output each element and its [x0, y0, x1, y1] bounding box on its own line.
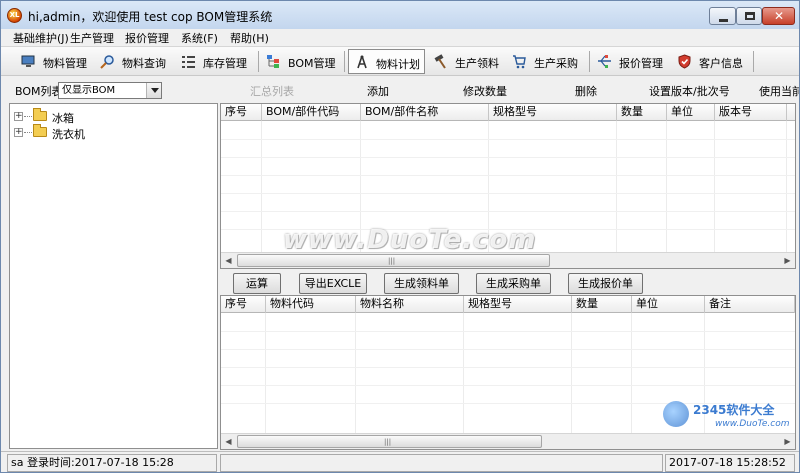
column-header[interactable]: 单位	[632, 296, 705, 313]
scroll-left-icon[interactable]: ◀	[221, 253, 236, 268]
status-clock: 2017-07-18 15:28:52	[665, 454, 795, 472]
corner-watermark-logo: 2345软件大全 www.DuoTe.com	[663, 399, 791, 433]
scroll-left-icon[interactable]: ◀	[221, 434, 236, 449]
window-title: hi,admin，欢迎使用 test cop BOM管理系统	[28, 10, 273, 24]
folder-icon	[33, 108, 47, 121]
toolbar-production-purchase[interactable]: 生产采购	[512, 49, 582, 74]
monitor-icon	[21, 55, 35, 67]
dropdown-arrow-icon	[146, 83, 161, 98]
generate-purchase-order-button[interactable]: 生成采购单	[476, 273, 551, 294]
magnifier-icon	[100, 55, 114, 69]
modify-quantity-button[interactable]: 修改数量	[463, 83, 507, 99]
bom-action-bar: BOM列表 仅显示BOM 汇总列表 添加 修改数量 删除 设置版本/批次号 使用…	[1, 77, 799, 101]
column-header[interactable]: 规格型号	[464, 296, 572, 313]
bom-grid-header: 序号 BOM/部件代码 BOM/部件名称 规格型号 数量 单位 版本号	[221, 104, 795, 121]
toolbar-customer-info[interactable]: 客户信息	[677, 49, 749, 74]
watermark-text: www.DuoTe.com	[283, 225, 537, 255]
menu-basic-maintenance[interactable]: 基础维护(J)	[13, 30, 69, 46]
bom-tree[interactable]: + 冰箱 + 洗衣机	[9, 103, 218, 449]
app-icon: XL	[7, 8, 22, 23]
toolbar-material-manage[interactable]: 物料管理	[21, 49, 89, 74]
tree-node-label: 洗衣机	[52, 128, 85, 141]
column-header[interactable]: 序号	[221, 104, 262, 121]
close-icon: ✕	[774, 9, 785, 23]
delete-button[interactable]: 删除	[575, 83, 597, 99]
column-header[interactable]: 版本号	[715, 104, 787, 121]
title-bar[interactable]: XL hi,admin，欢迎使用 test cop BOM管理系统 ✕	[1, 1, 799, 29]
menu-system[interactable]: 系统(F)	[181, 30, 218, 46]
column-header[interactable]: 物料名称	[356, 296, 464, 313]
close-button[interactable]: ✕	[762, 7, 795, 25]
add-button[interactable]: 添加	[367, 83, 389, 99]
column-header[interactable]: 数量	[572, 296, 632, 313]
column-header[interactable]: 备注	[705, 296, 795, 313]
material-grid-hscrollbar[interactable]: ◀ ||| ▶	[221, 433, 795, 449]
scroll-right-icon[interactable]: ▶	[780, 253, 795, 268]
summary-list-button[interactable]: 汇总列表	[250, 83, 294, 99]
toolbar: 物料管理 物料查询 库存管理 BOM管理 物料计划 生产领料 生产采购 报价管理…	[1, 46, 799, 76]
toolbar-material-query[interactable]: 物料查询	[100, 49, 170, 74]
column-header[interactable]: 单位	[667, 104, 715, 121]
use-current-button[interactable]: 使用当前	[759, 83, 799, 99]
toolbar-material-plan[interactable]: 物料计划	[348, 49, 425, 74]
list-icon	[182, 56, 195, 68]
compass-icon	[357, 55, 367, 69]
bom-list-label: BOM列表	[15, 85, 63, 98]
tree-node-label: 冰箱	[52, 112, 74, 125]
minimize-icon	[719, 19, 728, 22]
tree-connector	[24, 132, 32, 133]
menu-bar: 基础维护(J) 生产管理 报价管理 系统(F) 帮助(H)	[1, 29, 799, 46]
generate-pick-list-button[interactable]: 生成领料单	[384, 273, 459, 294]
column-header[interactable]: 序号	[221, 296, 266, 313]
status-middle-panel	[220, 454, 663, 472]
network-icon	[598, 55, 611, 68]
expand-icon[interactable]: +	[14, 112, 23, 121]
corner-logo-url: www.DuoTe.com	[715, 419, 790, 429]
menu-quotation[interactable]: 报价管理	[125, 30, 169, 46]
scroll-thumb[interactable]: |||	[237, 254, 550, 267]
column-header[interactable]: 数量	[617, 104, 667, 121]
column-header[interactable]: 规格型号	[489, 104, 617, 121]
scroll-right-icon[interactable]: ▶	[780, 434, 795, 449]
status-login-info: sa 登录时间:2017-07-18 15:28	[7, 454, 217, 472]
toolbar-production-pick[interactable]: 生产领料	[433, 49, 501, 74]
toolbar-separator	[589, 51, 590, 72]
folder-icon	[33, 124, 47, 137]
status-bar: sa 登录时间:2017-07-18 15:28 2017-07-18 15:2…	[1, 451, 799, 472]
toolbar-separator	[258, 51, 259, 72]
set-version-batch-button[interactable]: 设置版本/批次号	[649, 83, 730, 99]
menu-help[interactable]: 帮助(H)	[230, 30, 269, 46]
column-header[interactable]: 物料代码	[266, 296, 356, 313]
export-excel-button[interactable]: 导出EXCLE	[299, 273, 367, 294]
column-header[interactable]: BOM/部件名称	[361, 104, 489, 121]
minimize-button[interactable]	[709, 7, 736, 25]
calculate-button[interactable]: 运算	[233, 273, 281, 294]
hammer-icon	[434, 54, 446, 69]
app-window: XL hi,admin，欢迎使用 test cop BOM管理系统 ✕ 基础维护…	[0, 0, 800, 473]
bom-tree-icon	[267, 55, 279, 68]
bom-filter-value: 仅显示BOM	[62, 85, 116, 96]
expand-icon[interactable]: +	[14, 128, 23, 137]
material-grid-header: 序号 物料代码 物料名称 规格型号 数量 单位 备注	[221, 296, 795, 313]
toolbar-quotation-manage[interactable]: 报价管理	[597, 49, 667, 74]
bird-logo-icon	[663, 401, 689, 427]
toolbar-separator	[344, 51, 345, 72]
menu-production[interactable]: 生产管理	[70, 30, 114, 46]
corner-logo-brand: 2345软件大全	[693, 403, 775, 417]
shield-check-icon	[678, 54, 691, 69]
maximize-button[interactable]	[736, 7, 762, 25]
bom-filter-select[interactable]: 仅显示BOM	[58, 82, 162, 99]
generate-quotation-button[interactable]: 生成报价单	[568, 273, 643, 294]
tree-connector	[24, 116, 32, 117]
maximize-icon	[745, 12, 755, 20]
toolbar-inventory-manage[interactable]: 库存管理	[181, 49, 249, 74]
scroll-thumb[interactable]: |||	[237, 435, 542, 448]
cart-icon	[513, 55, 526, 69]
toolbar-bom-manage[interactable]: BOM管理	[266, 49, 338, 74]
column-header[interactable]: BOM/部件代码	[262, 104, 361, 121]
toolbar-separator	[753, 51, 754, 72]
